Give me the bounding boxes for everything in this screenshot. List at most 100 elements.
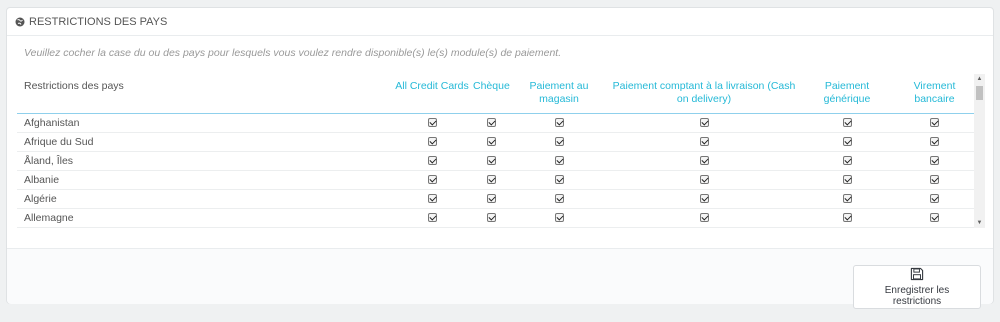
table-header-row: Restrictions des pays All Credit Cards C… bbox=[17, 74, 975, 114]
checkbox-cell bbox=[510, 189, 608, 209]
checkbox-cell bbox=[392, 208, 472, 228]
module-country-checkbox[interactable] bbox=[930, 175, 939, 185]
module-country-checkbox[interactable] bbox=[930, 118, 939, 128]
table-row: Afghanistan bbox=[17, 113, 975, 133]
table-row: Albanie bbox=[17, 170, 975, 190]
checkbox-cell bbox=[392, 189, 472, 209]
checkbox-cell bbox=[392, 227, 472, 231]
checkbox-cell bbox=[608, 170, 800, 190]
scrollbar-thumb[interactable] bbox=[976, 86, 983, 100]
module-country-checkbox[interactable] bbox=[842, 118, 852, 128]
checkbox-cell bbox=[608, 227, 800, 231]
globe-icon bbox=[15, 17, 25, 26]
checkbox-cell bbox=[392, 113, 472, 133]
module-country-checkbox[interactable] bbox=[842, 175, 852, 185]
module-country-checkbox[interactable] bbox=[699, 175, 709, 185]
panel-heading: Restrictions des pays bbox=[7, 8, 993, 36]
checkbox-cell bbox=[800, 113, 894, 133]
checkbox-cell bbox=[472, 113, 510, 133]
scroll-up-icon[interactable]: ▲ bbox=[974, 74, 985, 84]
checkbox-cell bbox=[510, 227, 608, 231]
checkbox-cell bbox=[472, 189, 510, 209]
checkbox-cell bbox=[472, 208, 510, 228]
checkbox-cell bbox=[608, 189, 800, 209]
restrictions-table: Restrictions des pays All Credit Cards C… bbox=[17, 74, 975, 231]
checkbox-cell bbox=[472, 227, 510, 231]
table-row: Åland, Îles bbox=[17, 151, 975, 171]
checkbox-cell bbox=[894, 208, 975, 228]
checkbox-cell bbox=[800, 170, 894, 190]
module-country-checkbox[interactable] bbox=[427, 194, 437, 204]
table-row: Afrique du Sud bbox=[17, 132, 975, 152]
module-country-checkbox[interactable] bbox=[554, 137, 564, 147]
country-name bbox=[17, 227, 392, 231]
module-country-checkbox[interactable] bbox=[486, 156, 496, 166]
module-country-checkbox[interactable] bbox=[699, 194, 709, 204]
module-country-checkbox[interactable] bbox=[699, 156, 709, 166]
module-country-checkbox[interactable] bbox=[486, 175, 496, 185]
module-country-checkbox[interactable] bbox=[699, 213, 709, 223]
floppy-disk-icon bbox=[910, 267, 924, 281]
country-name: Algérie bbox=[17, 189, 392, 209]
checkbox-cell bbox=[608, 208, 800, 228]
checkbox-cell bbox=[392, 151, 472, 171]
module-country-checkbox[interactable] bbox=[699, 118, 709, 128]
checkbox-cell bbox=[472, 132, 510, 152]
checkbox-cell bbox=[894, 132, 975, 152]
checkbox-cell bbox=[608, 113, 800, 133]
checkbox-cell bbox=[510, 170, 608, 190]
module-country-checkbox[interactable] bbox=[842, 137, 852, 147]
checkbox-cell bbox=[510, 132, 608, 152]
checkbox-cell bbox=[510, 113, 608, 133]
checkbox-cell bbox=[392, 132, 472, 152]
module-country-checkbox[interactable] bbox=[486, 194, 496, 204]
module-country-checkbox[interactable] bbox=[930, 213, 939, 223]
module-country-checkbox[interactable] bbox=[486, 118, 496, 128]
table-scrollbar[interactable]: ▲ ▼ bbox=[974, 74, 985, 228]
instruction-text: Veuillez cocher la case du ou des pays p… bbox=[24, 47, 562, 59]
module-country-checkbox[interactable] bbox=[427, 137, 437, 147]
module-country-checkbox[interactable] bbox=[486, 137, 496, 147]
column-header-all-credit-cards: All Credit Cards bbox=[392, 74, 472, 114]
country-name: Afghanistan bbox=[17, 113, 392, 133]
module-country-checkbox[interactable] bbox=[554, 118, 564, 128]
module-country-checkbox[interactable] bbox=[427, 175, 437, 185]
country-column-header: Restrictions des pays bbox=[17, 74, 392, 114]
country-name: Åland, Îles bbox=[17, 151, 392, 171]
checkbox-cell bbox=[472, 151, 510, 171]
save-button-label: Enregistrer les restrictions bbox=[884, 285, 950, 307]
restrictions-table-container[interactable]: Restrictions des pays All Credit Cards C… bbox=[17, 74, 987, 231]
panel-footer: Enregistrer les restrictions bbox=[7, 248, 993, 309]
module-country-checkbox[interactable] bbox=[554, 213, 564, 223]
checkbox-cell bbox=[894, 151, 975, 171]
module-country-checkbox[interactable] bbox=[699, 137, 709, 147]
table-row: Algérie bbox=[17, 189, 975, 209]
module-country-checkbox[interactable] bbox=[842, 156, 852, 166]
module-country-checkbox[interactable] bbox=[554, 156, 564, 166]
checkbox-cell bbox=[472, 170, 510, 190]
module-country-checkbox[interactable] bbox=[554, 194, 564, 204]
column-header-cheque: Chèque bbox=[472, 74, 510, 114]
table-row bbox=[17, 227, 975, 231]
table-body: Afghanistan Afrique du Sud Åland, Îles Alba… bbox=[17, 113, 975, 231]
module-country-checkbox[interactable] bbox=[842, 194, 852, 204]
module-country-checkbox[interactable] bbox=[554, 175, 564, 185]
module-country-checkbox[interactable] bbox=[486, 213, 496, 223]
checkbox-cell bbox=[800, 189, 894, 209]
checkbox-cell bbox=[800, 151, 894, 171]
scroll-down-icon[interactable]: ▼ bbox=[974, 218, 985, 228]
module-country-checkbox[interactable] bbox=[427, 156, 437, 166]
module-country-checkbox[interactable] bbox=[842, 213, 852, 223]
module-country-checkbox[interactable] bbox=[930, 156, 939, 166]
save-restrictions-button[interactable]: Enregistrer les restrictions bbox=[853, 265, 981, 309]
country-name: Albanie bbox=[17, 170, 392, 190]
column-header-cash-on-delivery: Paiement comptant à la livraison (Cash o… bbox=[608, 74, 800, 114]
module-country-checkbox[interactable] bbox=[930, 194, 939, 204]
column-header-paiement-generique: Paiement générique bbox=[800, 74, 894, 114]
column-header-paiement-au-magasin: Paiement au magasin bbox=[510, 74, 608, 114]
country-name: Allemagne bbox=[17, 208, 392, 228]
module-country-checkbox[interactable] bbox=[427, 118, 437, 128]
module-country-checkbox[interactable] bbox=[930, 137, 939, 147]
checkbox-cell bbox=[510, 208, 608, 228]
module-country-checkbox[interactable] bbox=[427, 213, 437, 223]
